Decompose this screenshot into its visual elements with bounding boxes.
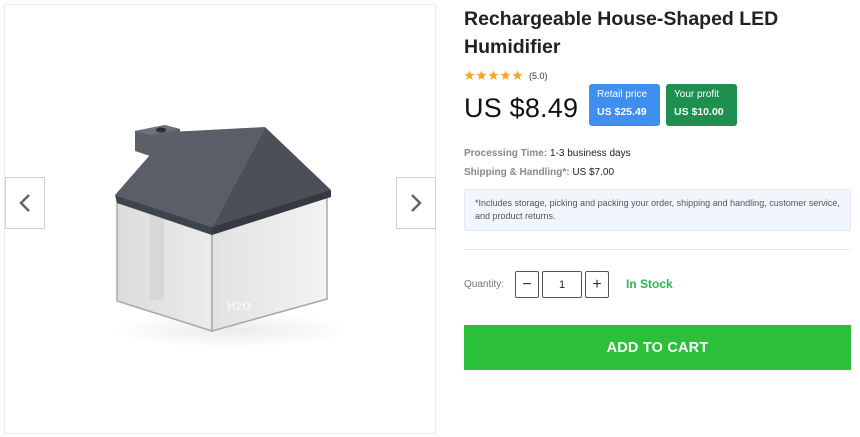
- product-info: Rechargeable House-Shaped LED Humidifier…: [464, 0, 852, 437]
- rating-value: (5.0): [529, 70, 548, 81]
- quantity-increase-button[interactable]: +: [585, 271, 609, 298]
- shipping-label: Shipping & Handling*:: [464, 167, 570, 178]
- star-icon: [476, 70, 487, 80]
- product-rating: (5.0): [464, 70, 548, 81]
- profit-label: Your profit: [674, 89, 720, 100]
- product-title: Rechargeable House-Shaped LED Humidifier: [464, 8, 779, 58]
- product-price: US $8.49: [464, 93, 579, 123]
- shipping-note: *Includes storage, picking and packing y…: [464, 189, 851, 231]
- stock-status: In Stock: [626, 277, 673, 291]
- star-icon: [512, 70, 523, 80]
- chevron-right-icon: [411, 194, 422, 212]
- quantity-label: Quantity:: [464, 279, 505, 290]
- processing-time-value: 1-3 business days: [549, 148, 631, 159]
- product-image: H2O: [110, 125, 350, 348]
- rating-stars: [464, 70, 523, 81]
- shipping-value: US $7.00: [572, 167, 615, 178]
- quantity-input[interactable]: [542, 271, 582, 298]
- profit-value: US $10.00: [674, 106, 724, 118]
- processing-time-label: Processing Time:: [464, 148, 548, 159]
- retail-price-badge: Retail price US $25.49: [589, 84, 660, 126]
- divider: [464, 249, 851, 250]
- product-logo: H2O: [227, 300, 251, 313]
- star-icon: [488, 70, 499, 80]
- product-gallery: H2O: [4, 4, 436, 434]
- profit-badge: Your profit US $10.00: [666, 84, 737, 126]
- star-icon: [500, 70, 511, 80]
- retail-price-value: US $25.49: [597, 106, 647, 118]
- add-to-cart-button[interactable]: ADD TO CART: [464, 325, 851, 370]
- chevron-left-icon: [19, 194, 30, 212]
- quantity-decrease-button[interactable]: −: [515, 271, 539, 298]
- retail-price-label: Retail price: [597, 89, 648, 100]
- gallery-prev-button[interactable]: [5, 177, 45, 229]
- processing-time: Processing Time: 1-3 business days: [464, 148, 631, 159]
- star-icon: [464, 70, 475, 80]
- shipping-handling: Shipping & Handling*: US $7.00: [464, 167, 614, 178]
- gallery-next-button[interactable]: [396, 177, 436, 229]
